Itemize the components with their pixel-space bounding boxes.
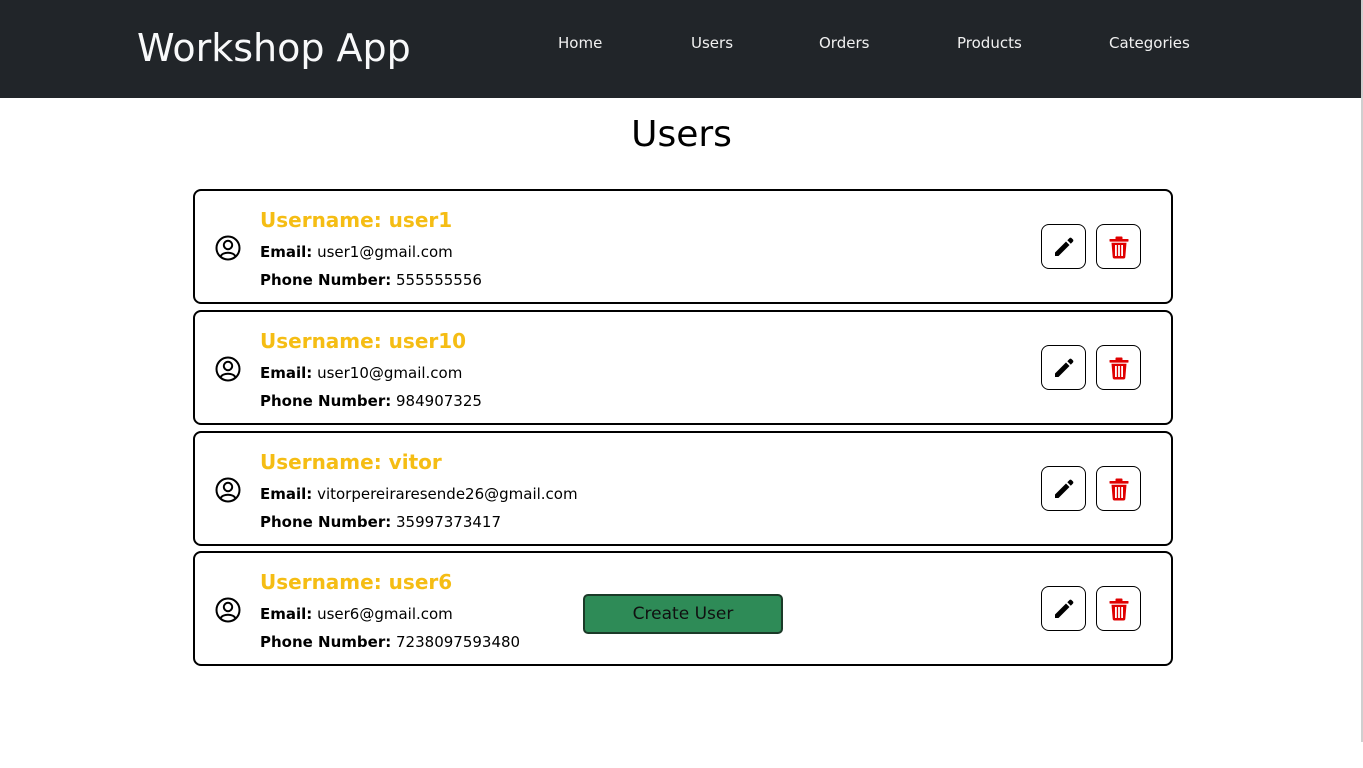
user-phone: Phone Number: 35997373417 — [260, 512, 501, 532]
phone-label: Phone Number: — [260, 633, 392, 651]
user-email: Email: user6@gmail.com — [260, 604, 453, 624]
user-username: Username: vitor — [260, 450, 442, 474]
email-value: user6@gmail.com — [317, 605, 453, 623]
user-circle-icon — [214, 234, 242, 262]
user-username: Username: user6 — [260, 570, 453, 594]
user-email: Email: vitorpereiraresende26@gmail.com — [260, 484, 578, 504]
delete-user-button[interactable] — [1096, 586, 1141, 631]
nav-categories[interactable]: Categories — [1109, 33, 1190, 53]
nav-products[interactable]: Products — [957, 33, 1022, 53]
trash-icon — [1106, 476, 1132, 502]
email-value: vitorpereiraresende26@gmail.com — [317, 485, 578, 503]
user-card: Username: user1 Email: user1@gmail.com P… — [193, 189, 1173, 304]
phone-value: 555555556 — [396, 271, 482, 289]
top-navbar: Workshop App Home Users Orders Products … — [0, 0, 1361, 98]
edit-user-button[interactable] — [1041, 224, 1086, 269]
user-circle-icon — [214, 355, 242, 383]
email-label: Email: — [260, 485, 313, 503]
delete-user-button[interactable] — [1096, 224, 1141, 269]
edit-user-button[interactable] — [1041, 586, 1086, 631]
trash-icon — [1106, 355, 1132, 381]
phone-value: 7238097593480 — [396, 633, 521, 651]
email-value: user1@gmail.com — [317, 243, 453, 261]
user-phone: Phone Number: 555555556 — [260, 270, 482, 290]
user-circle-icon — [214, 476, 242, 504]
phone-label: Phone Number: — [260, 392, 392, 410]
phone-value: 35997373417 — [396, 513, 501, 531]
user-phone: Phone Number: 984907325 — [260, 391, 482, 411]
edit-user-button[interactable] — [1041, 345, 1086, 390]
edit-user-button[interactable] — [1041, 466, 1086, 511]
email-label: Email: — [260, 243, 313, 261]
pencil-icon — [1051, 596, 1077, 622]
trash-icon — [1106, 596, 1132, 622]
user-card: Username: user10 Email: user10@gmail.com… — [193, 310, 1173, 425]
user-username: Username: user10 — [260, 329, 467, 353]
email-label: Email: — [260, 605, 313, 623]
trash-icon — [1106, 234, 1132, 260]
nav-users[interactable]: Users — [691, 33, 733, 53]
pencil-icon — [1051, 355, 1077, 381]
user-phone: Phone Number: 7238097593480 — [260, 632, 520, 652]
nav-home[interactable]: Home — [558, 33, 602, 53]
page-title: Users — [631, 114, 732, 155]
user-circle-icon — [214, 596, 242, 624]
phone-label: Phone Number: — [260, 513, 392, 531]
pencil-icon — [1051, 234, 1077, 260]
phone-label: Phone Number: — [260, 271, 392, 289]
email-value: user10@gmail.com — [317, 364, 463, 382]
pencil-icon — [1051, 476, 1077, 502]
delete-user-button[interactable] — [1096, 345, 1141, 390]
delete-user-button[interactable] — [1096, 466, 1141, 511]
user-card: Username: vitor Email: vitorpereiraresen… — [193, 431, 1173, 546]
create-user-button[interactable]: Create User — [583, 594, 783, 634]
user-email: Email: user1@gmail.com — [260, 242, 453, 262]
user-email: Email: user10@gmail.com — [260, 363, 462, 383]
brand-title[interactable]: Workshop App — [137, 24, 411, 72]
email-label: Email: — [260, 364, 313, 382]
phone-value: 984907325 — [396, 392, 482, 410]
user-username: Username: user1 — [260, 208, 453, 232]
nav-orders[interactable]: Orders — [819, 33, 869, 53]
